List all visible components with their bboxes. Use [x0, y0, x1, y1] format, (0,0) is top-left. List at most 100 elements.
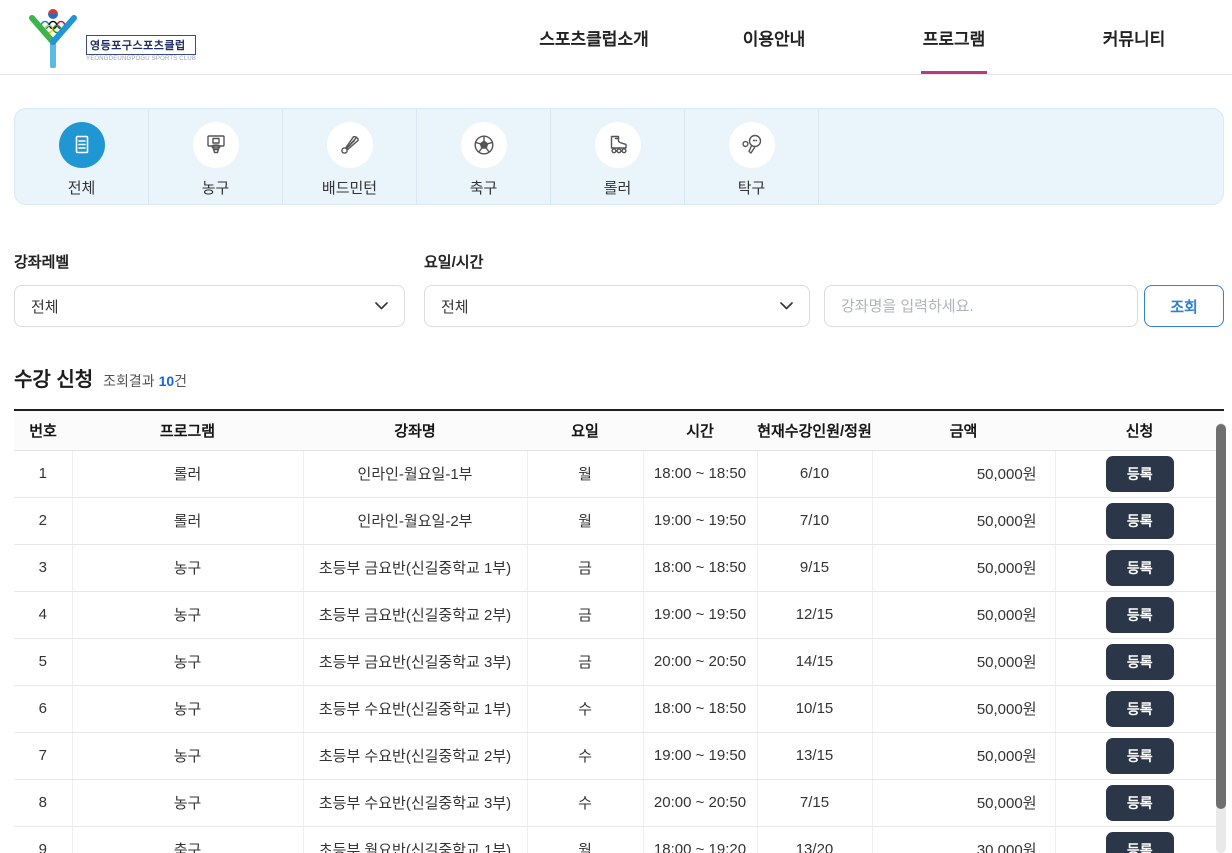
cell-amount: 50,000원 [872, 638, 1055, 685]
cell-register: 등록 [1055, 638, 1224, 685]
category-tab-basketball[interactable]: 농구 [149, 109, 283, 204]
day-filter-label: 요일/시간 [424, 251, 824, 272]
nav-item-usage-guide[interactable]: 이용안내 [684, 0, 864, 74]
cell-program: 농구 [72, 638, 303, 685]
table-scrollbar-thumb[interactable] [1216, 424, 1226, 809]
col-course-name: 강좌명 [303, 410, 527, 450]
cell-number: 8 [14, 779, 72, 826]
site-logo[interactable]: 영등포구스포츠클럽 YEONGDEUNGPOGU SPORTS CLUB [24, 6, 196, 68]
category-tab-roller[interactable]: 롤러 [551, 109, 685, 204]
category-tab-badminton[interactable]: 배드민턴 [283, 109, 417, 204]
cell-register: 등록 [1055, 732, 1224, 779]
day-filter-field: 요일/시간 전체 [424, 251, 824, 327]
cell-course-name: 인라인-월요일-1부 [303, 450, 527, 497]
level-filter-label: 강좌레벨 [14, 251, 424, 272]
table-row: 2 롤러 인라인-월요일-2부 월 19:00 ~ 19:50 7/10 50,… [14, 497, 1224, 544]
cell-day: 월 [527, 450, 643, 497]
list-icon [59, 122, 105, 168]
nav-item-community[interactable]: 커뮤니티 [1044, 0, 1224, 74]
logo-text: 영등포구스포츠클럽 YEONGDEUNGPOGU SPORTS CLUB [86, 35, 196, 62]
logo-korean-name: 영등포구스포츠클럽 [86, 35, 196, 55]
register-button[interactable]: 등록 [1106, 832, 1174, 853]
cell-time: 18:00 ~ 18:50 [643, 685, 757, 732]
register-button[interactable]: 등록 [1106, 456, 1174, 492]
cell-time: 18:00 ~ 18:50 [643, 544, 757, 591]
day-time-select[interactable]: 전체 [424, 285, 810, 327]
cell-number: 7 [14, 732, 72, 779]
cell-enrollment: 12/15 [757, 591, 872, 638]
cell-course-name: 초등부 수요반(신길중학교 2부) [303, 732, 527, 779]
category-tab-label: 탁구 [738, 177, 766, 198]
logo-english-name: YEONGDEUNGPOGU SPORTS CLUB [86, 56, 196, 62]
result-count: 10 [159, 373, 175, 389]
register-button[interactable]: 등록 [1106, 691, 1174, 727]
cell-amount: 50,000원 [872, 450, 1055, 497]
table-row: 6 농구 초등부 수요반(신길중학교 1부) 수 18:00 ~ 18:50 1… [14, 685, 1224, 732]
category-tab-table-tennis[interactable]: 탁구 [685, 109, 819, 204]
col-register: 신청 [1055, 410, 1224, 450]
cell-amount: 50,000원 [872, 544, 1055, 591]
table-scrollbar-track[interactable] [1216, 423, 1226, 853]
cell-time: 18:00 ~ 18:50 [643, 450, 757, 497]
col-program: 프로그램 [72, 410, 303, 450]
cell-program: 농구 [72, 732, 303, 779]
cell-course-name: 초등부 수요반(신길중학교 3부) [303, 779, 527, 826]
cell-day: 수 [527, 685, 643, 732]
cell-program: 농구 [72, 779, 303, 826]
roller-skate-icon [595, 122, 641, 168]
cell-day: 수 [527, 732, 643, 779]
category-tab-all[interactable]: 전체 [15, 109, 149, 204]
page: 영등포구스포츠클럽 YEONGDEUNGPOGU SPORTS CLUB 스포츠… [0, 0, 1232, 853]
cell-course-name: 초등부 수요반(신길중학교 1부) [303, 685, 527, 732]
category-tab-label: 전체 [68, 177, 96, 198]
cell-time: 19:00 ~ 19:50 [643, 497, 757, 544]
cell-number: 9 [14, 826, 72, 853]
category-tabstrip: 전체 농구 [14, 108, 1224, 205]
course-search-input[interactable] [824, 285, 1138, 327]
cell-program: 롤러 [72, 450, 303, 497]
cell-time: 20:00 ~ 20:50 [643, 779, 757, 826]
cell-course-name: 초등부 금요반(신길중학교 1부) [303, 544, 527, 591]
cell-day: 월 [527, 497, 643, 544]
cell-time: 19:00 ~ 19:50 [643, 591, 757, 638]
cell-amount: 50,000원 [872, 779, 1055, 826]
site-header: 영등포구스포츠클럽 YEONGDEUNGPOGU SPORTS CLUB 스포츠… [0, 0, 1232, 75]
category-tab-soccer[interactable]: 축구 [417, 109, 551, 204]
register-button[interactable]: 등록 [1106, 550, 1174, 586]
cell-register: 등록 [1055, 450, 1224, 497]
soccer-ball-icon [461, 122, 507, 168]
nav-item-program[interactable]: 프로그램 [864, 0, 1044, 74]
badminton-shuttlecock-icon [327, 122, 373, 168]
cell-program: 농구 [72, 544, 303, 591]
cell-register: 등록 [1055, 779, 1224, 826]
cell-course-name: 초등부 월요반(신길중학교 1부) [303, 826, 527, 853]
cell-number: 4 [14, 591, 72, 638]
table-row: 3 농구 초등부 금요반(신길중학교 1부) 금 18:00 ~ 18:50 9… [14, 544, 1224, 591]
search-button[interactable]: 조회 [1144, 285, 1224, 327]
cell-number: 5 [14, 638, 72, 685]
category-tab-label: 배드민턴 [322, 177, 377, 198]
level-select[interactable]: 전체 [14, 285, 405, 327]
cell-amount: 50,000원 [872, 732, 1055, 779]
table-row: 1 롤러 인라인-월요일-1부 월 18:00 ~ 18:50 6/10 50,… [14, 450, 1224, 497]
nav-item-club-intro[interactable]: 스포츠클럽소개 [504, 0, 684, 74]
cell-register: 등록 [1055, 685, 1224, 732]
cell-register: 등록 [1055, 544, 1224, 591]
cell-register: 등록 [1055, 826, 1224, 853]
tabstrip-filler [819, 109, 1223, 204]
day-time-select-value: 전체 [441, 296, 469, 317]
cell-program: 롤러 [72, 497, 303, 544]
chevron-down-icon [375, 302, 388, 310]
register-button[interactable]: 등록 [1106, 503, 1174, 539]
register-button[interactable]: 등록 [1106, 644, 1174, 680]
category-tab-label: 농구 [202, 177, 230, 198]
page-title: 수강 신청 [14, 363, 93, 392]
register-button[interactable]: 등록 [1106, 597, 1174, 633]
register-button[interactable]: 등록 [1106, 738, 1174, 774]
cell-course-name: 초등부 금요반(신길중학교 2부) [303, 591, 527, 638]
table-row: 5 농구 초등부 금요반(신길중학교 3부) 금 20:00 ~ 20:50 1… [14, 638, 1224, 685]
register-button[interactable]: 등록 [1106, 785, 1174, 821]
course-table: 번호 프로그램 강좌명 요일 시간 현재수강인원/정원 금액 신청 1 롤러 인… [14, 409, 1224, 853]
cell-amount: 50,000원 [872, 685, 1055, 732]
category-tab-label: 축구 [470, 177, 498, 198]
